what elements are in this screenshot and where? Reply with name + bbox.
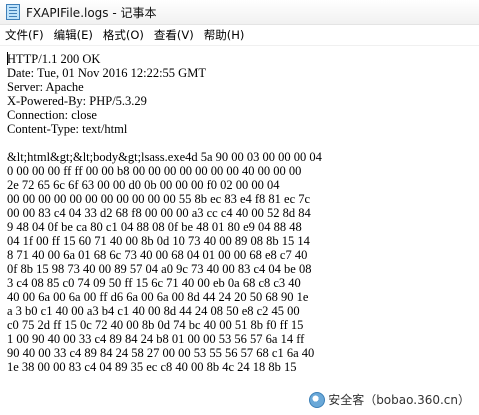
watermark-logo-icon	[309, 391, 326, 408]
watermark-text: 安全客（bobao.360.cn）	[328, 393, 470, 407]
text-editor[interactable]: HTTP/1.1 200 OK Date: Tue, 01 Nov 2016 1…	[0, 47, 479, 415]
menu-format[interactable]: 格式(O)	[98, 25, 149, 45]
editor-content[interactable]: HTTP/1.1 200 OK Date: Tue, 01 Nov 2016 1…	[0, 47, 479, 374]
menu-file[interactable]: 文件(F)	[0, 25, 49, 45]
menu-bar: 文件(F) 编辑(E) 格式(O) 查看(V) 帮助(H)	[0, 25, 479, 46]
title-bar: FXAPIFile.logs - 记事本	[0, 0, 479, 25]
notepad-icon	[6, 4, 20, 20]
text-caret	[7, 52, 8, 65]
menu-help[interactable]: 帮助(H)	[199, 25, 250, 45]
window-title: FXAPIFile.logs - 记事本	[26, 5, 157, 20]
menu-view[interactable]: 查看(V)	[149, 25, 199, 45]
menu-edit[interactable]: 编辑(E)	[49, 25, 98, 45]
watermark: 安全客（bobao.360.cn）	[306, 390, 473, 409]
